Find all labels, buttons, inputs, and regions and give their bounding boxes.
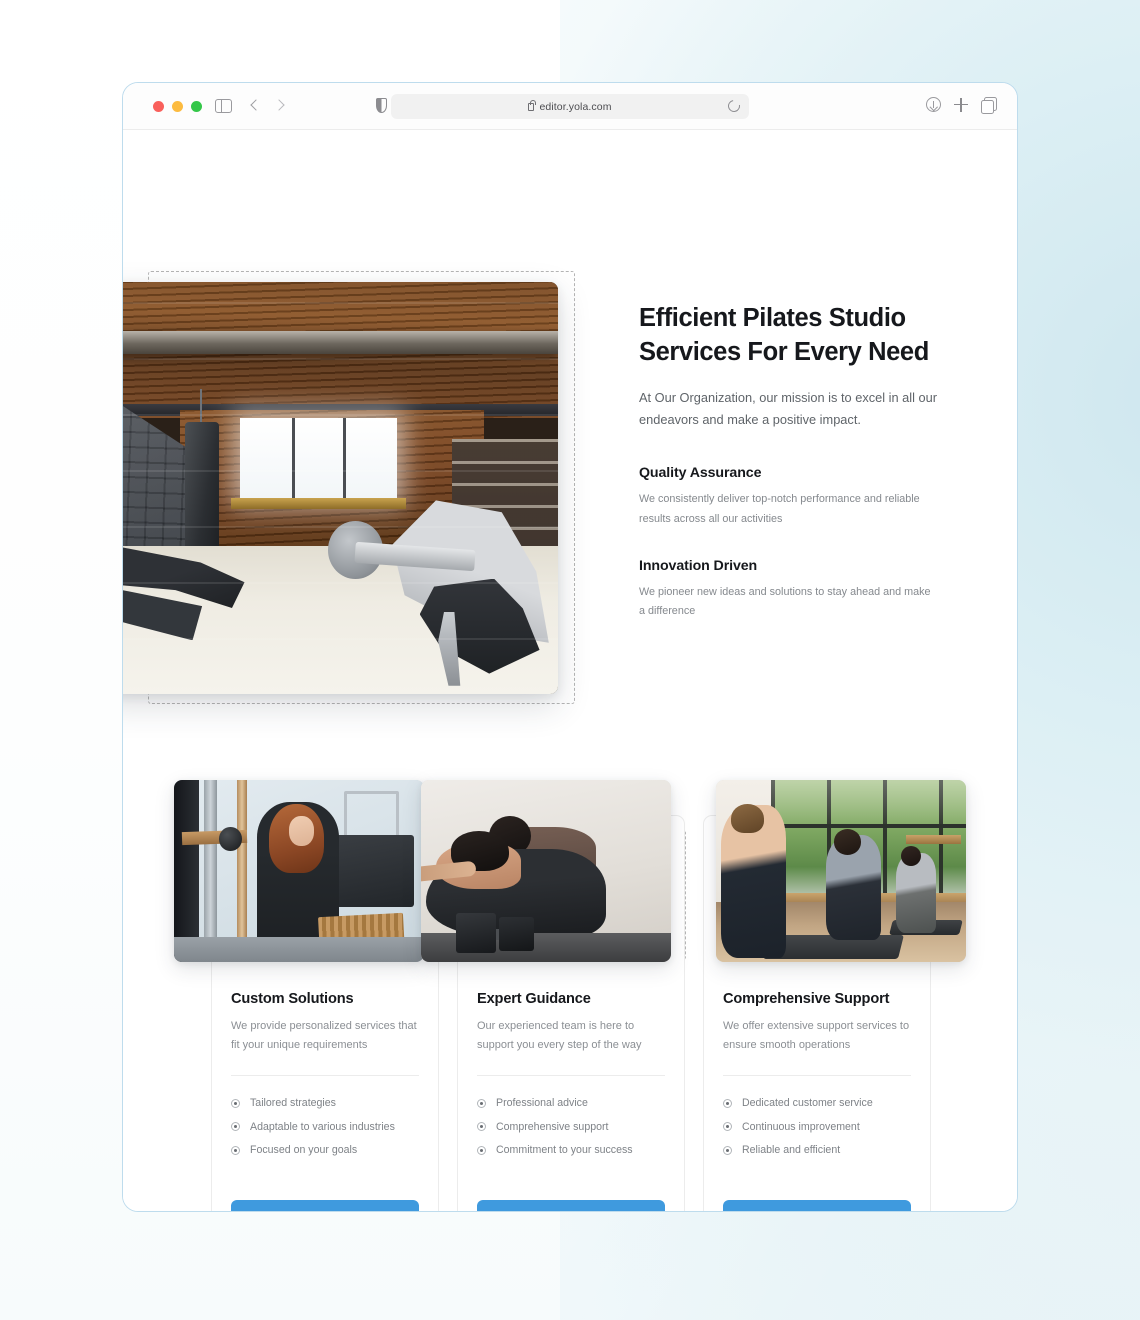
service-card-image-content xyxy=(174,780,424,962)
contact-button[interactable]: Contact xyxy=(723,1200,911,1211)
bullet-dot-icon xyxy=(723,1122,732,1132)
feature-block-innovation-driven: Innovation Driven We pioneer new ideas a… xyxy=(639,558,939,621)
close-window-button[interactable] xyxy=(153,101,164,112)
service-card-title: Expert Guidance xyxy=(477,991,591,1007)
feature-block-quality-assurance: Quality Assurance We consistently delive… xyxy=(639,465,939,528)
services-card-row: Custom Solutions We provide personalized… xyxy=(123,770,1017,1211)
list-item: Focused on your goals xyxy=(231,1139,419,1163)
list-item: Tailored strategies xyxy=(231,1092,419,1116)
bullet-dot-icon xyxy=(723,1145,732,1155)
bullet-dot-icon xyxy=(477,1098,486,1108)
list-item-label: Tailored strategies xyxy=(250,1097,336,1109)
download-icon[interactable] xyxy=(926,97,941,112)
site-canvas: Efficient Pilates Studio Services For Ev… xyxy=(123,130,1017,1211)
sidebar-icon xyxy=(215,98,232,114)
hero-text-block: Efficient Pilates Studio Services For Ev… xyxy=(639,302,939,621)
list-item: Adaptable to various industries xyxy=(231,1115,419,1139)
service-card-bullet-list: Tailored strategies Adaptable to various… xyxy=(231,1092,419,1163)
divider xyxy=(477,1074,665,1076)
window-traffic-lights[interactable] xyxy=(153,101,202,112)
list-item-label: Commitment to your success xyxy=(496,1144,633,1157)
tabs-icon[interactable] xyxy=(981,97,997,114)
service-card-description: We provide personalized services that fi… xyxy=(231,1020,417,1052)
browser-toolbar: editor.yola.com xyxy=(123,83,1017,130)
service-card-body: Comprehensive Support We offer extensive… xyxy=(704,991,930,1162)
feature-body: We consistently deliver top-notch perfor… xyxy=(639,493,920,525)
service-card-image-content xyxy=(421,780,671,962)
service-card-body: Expert Guidance Our experienced team is … xyxy=(458,991,684,1162)
service-card-image[interactable] xyxy=(716,780,966,962)
list-item-label: Comprehensive support xyxy=(496,1120,609,1133)
bullet-dot-icon xyxy=(477,1145,486,1155)
service-card-image[interactable] xyxy=(174,780,424,962)
service-card-description: We offer extensive support services to e… xyxy=(723,1020,910,1052)
list-item: Dedicated customer service xyxy=(723,1092,911,1116)
feature-body: We pioneer new ideas and solutions to st… xyxy=(639,585,931,617)
shield-icon[interactable] xyxy=(376,98,387,113)
forward-button[interactable] xyxy=(272,96,288,116)
browser-right-tools xyxy=(926,97,997,114)
bullet-dot-icon xyxy=(231,1122,240,1132)
plus-icon[interactable] xyxy=(954,97,968,112)
contact-button[interactable]: Contact xyxy=(477,1200,665,1211)
list-item: Reliable and efficient xyxy=(723,1139,911,1163)
service-card-image-content xyxy=(716,780,966,962)
divider xyxy=(231,1074,419,1076)
minimize-window-button[interactable] xyxy=(172,101,183,112)
service-card-title: Custom Solutions xyxy=(231,991,354,1007)
bullet-dot-icon xyxy=(723,1098,732,1108)
hero-image[interactable] xyxy=(123,282,558,694)
hero-lead-text: At Our Organization, our mission is to e… xyxy=(639,390,938,428)
hero-section: Efficient Pilates Studio Services For Ev… xyxy=(123,130,1017,704)
browser-window: editor.yola.com Efficient Pilates Studio… xyxy=(122,82,1018,1212)
service-card-description: Our experienced team is here to support … xyxy=(477,1020,642,1052)
feature-title: Innovation Driven xyxy=(639,557,758,574)
bullet-dot-icon xyxy=(231,1145,240,1155)
bullet-dot-icon xyxy=(231,1098,240,1108)
maximize-window-button[interactable] xyxy=(191,101,202,112)
address-bar-content: editor.yola.com xyxy=(391,94,749,119)
list-item-label: Focused on your goals xyxy=(250,1144,358,1157)
list-item: Commitment to your success xyxy=(477,1139,665,1163)
list-item-label: Reliable and efficient xyxy=(742,1144,841,1157)
address-bar[interactable]: editor.yola.com xyxy=(391,94,749,119)
list-item-label: Dedicated customer service xyxy=(742,1097,873,1109)
list-item: Comprehensive support xyxy=(477,1115,665,1139)
sidebar-toggle-button[interactable] xyxy=(215,98,232,114)
page-title: Efficient Pilates Studio Services For Ev… xyxy=(639,304,929,366)
service-card-title: Comprehensive Support xyxy=(723,991,890,1007)
service-card-image[interactable] xyxy=(421,780,671,962)
list-item: Professional advice xyxy=(477,1092,665,1116)
address-bar-url: editor.yola.com xyxy=(539,100,612,113)
hero-image-content xyxy=(123,282,558,694)
lock-icon xyxy=(528,99,537,111)
contact-button[interactable]: Contact xyxy=(231,1200,419,1211)
list-item-label: Professional advice xyxy=(496,1097,588,1109)
navigation-arrows[interactable] xyxy=(247,96,288,116)
list-item-label: Adaptable to various industries xyxy=(250,1120,395,1133)
feature-title: Quality Assurance xyxy=(639,465,762,482)
service-card-bullet-list: Dedicated customer service Continuous im… xyxy=(723,1092,911,1163)
service-card-body: Custom Solutions We provide personalized… xyxy=(212,991,438,1162)
bullet-dot-icon xyxy=(477,1122,486,1132)
list-item-label: Continuous improvement xyxy=(742,1120,860,1133)
service-card-bullet-list: Professional advice Comprehensive suppor… xyxy=(477,1092,665,1163)
divider xyxy=(723,1074,911,1076)
back-button[interactable] xyxy=(247,96,263,116)
list-item: Continuous improvement xyxy=(723,1115,911,1139)
